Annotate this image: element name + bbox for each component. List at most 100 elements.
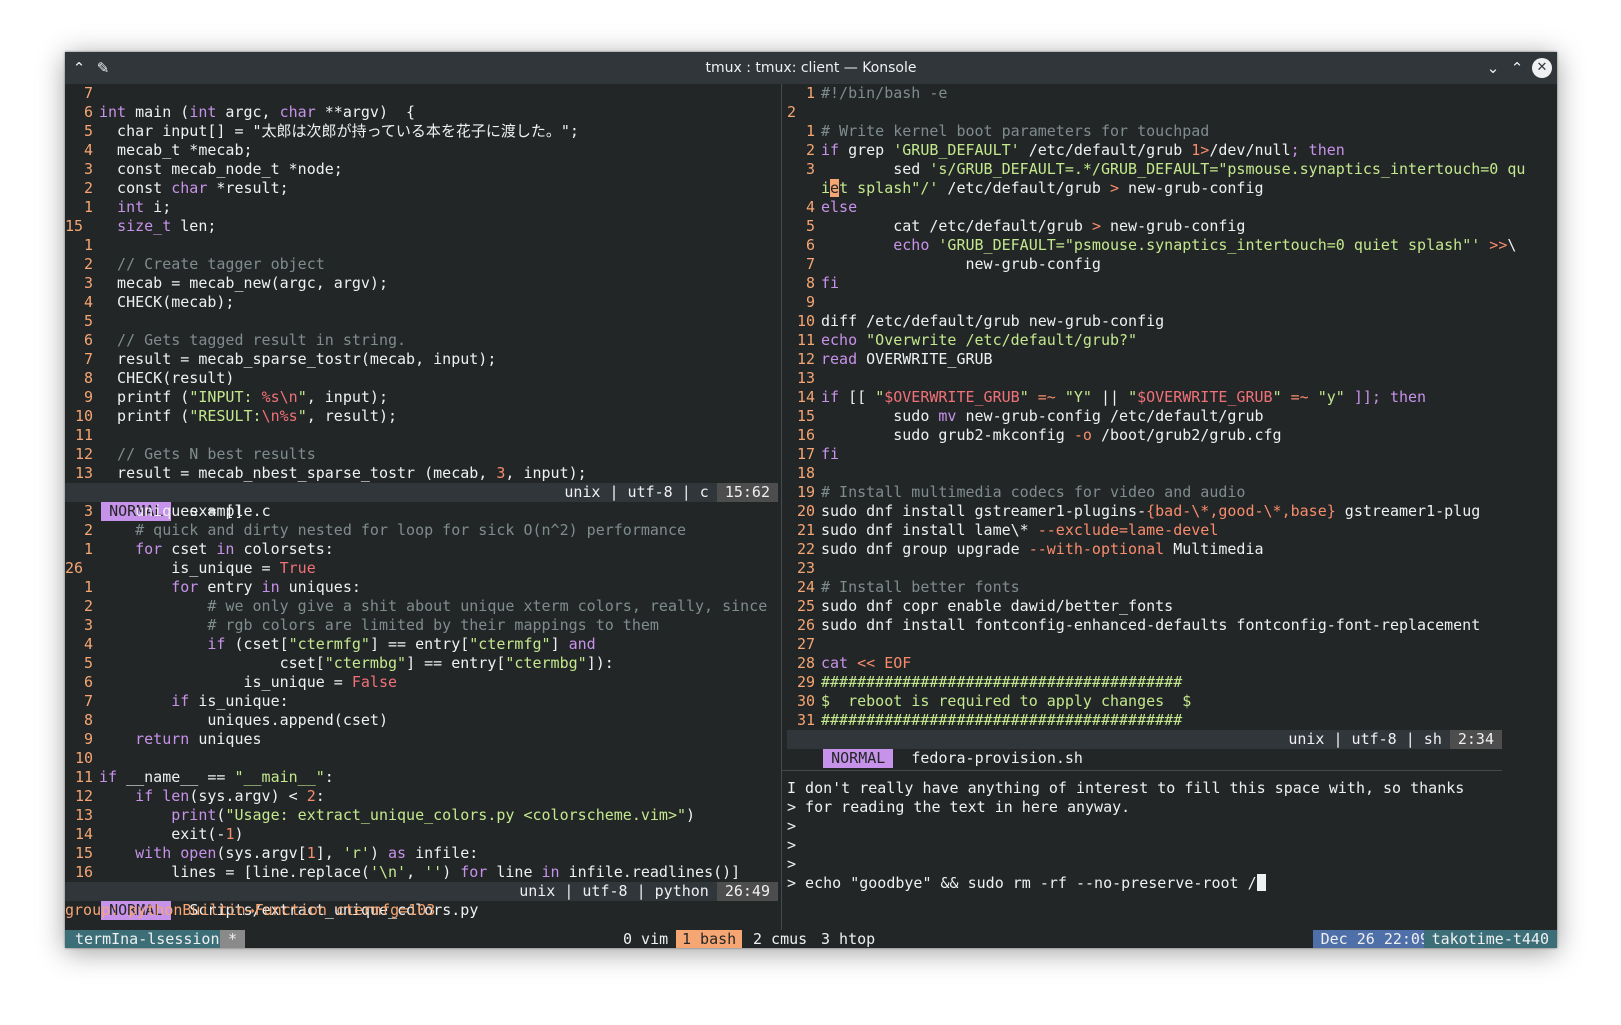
code-line[interactable]: 12 // Gets N best results [65,445,783,464]
code-line[interactable]: 6 echo 'GRUB_DEFAULT="psmouse.synaptics_… [787,236,1557,255]
code-line[interactable]: 3 # rgb colors are limited by their mapp… [65,616,783,635]
code-line[interactable]: 14 if [[ "$OVERWRITE_GRUB" =~ "Y" || "$OV… [787,388,1557,407]
code-line[interactable]: 18 [787,464,1557,483]
code-line[interactable]: 19 # Install multimedia codecs for video … [787,483,1557,502]
code-line[interactable]: 6 int main (int argc, char **argv) { [65,103,783,122]
code-line[interactable]: 16 sudo grub2-mkconfig -o /boot/grub2/gr… [787,426,1557,445]
close-icon[interactable]: ✕ [1532,58,1552,78]
code-line[interactable]: 7 new-grub-config [787,255,1557,274]
code-line[interactable]: 15 with open(sys.argv[1], 'r') as infile… [65,844,783,863]
code-line[interactable]: 11 echo "Overwrite /etc/default/grub?" [787,331,1557,350]
terminal-prompt-line[interactable]: > echo "goodbye" && sudo rm -rf --no-pre… [787,874,1547,893]
code-line[interactable]: 6 is_unique = False [65,673,783,692]
code-line[interactable]: 7 [65,84,783,103]
code-line[interactable]: 26 sudo dnf install fontconfig-enhanced-d… [787,616,1557,635]
pane-divider-vertical[interactable] [781,84,782,930]
code-line[interactable]: 17 fi [787,445,1557,464]
code-line[interactable]: 31 ######################################… [787,711,1557,730]
code-line[interactable]: 4 else [787,198,1557,217]
code-line[interactable]: 16 lines = [line.replace('\n', '') for l… [65,863,783,882]
code-line[interactable]: 8 uniques.append(cset) [65,711,783,730]
code-line[interactable]: 3 mecab = mecab_new(argc, argv); [65,274,783,293]
code-line[interactable]: 4 if (cset["ctermfg"] == entry["ctermfg"… [65,635,783,654]
maximize-icon[interactable]: ⌃ [1507,52,1527,84]
code-line[interactable]: 29 ######################################… [787,673,1557,692]
line-number: 1 [805,122,815,140]
terminal-cursor [1256,874,1266,891]
code-line[interactable]: 9 return uniques [65,730,783,749]
code-line[interactable]: 1 int i; [65,198,783,217]
code-line[interactable]: 10 [65,749,783,768]
code-line[interactable]: 9 [787,293,1557,312]
code-line[interactable]: 11 [65,426,783,445]
code-line[interactable]: 4 CHECK(mecab); [65,293,783,312]
code-token: ; then [1290,141,1345,159]
code-line[interactable]: 26 is_unique = True [65,559,783,578]
code-line[interactable]: 25 sudo dnf copr enable dawid/better_font… [787,597,1557,616]
pane-divider-horizontal[interactable] [782,770,1502,771]
code-line[interactable]: 2 [787,103,1557,122]
code-line[interactable]: 2 # quick and dirty nested for loop for … [65,521,783,540]
tmux-window-1[interactable]: 1 bash [676,930,743,948]
code-token: \ [1507,236,1517,254]
code-line[interactable]: 15 sudo mv new-grub-config /etc/default/… [787,407,1557,426]
code-line[interactable]: 5 char input[] = "太郎は次郎が持っている本を花子に渡した。"; [65,122,783,141]
code-line[interactable]: 23 [787,559,1557,578]
code-line[interactable]: 20 sudo dnf install gstreamer1-plugins-{b… [787,502,1557,521]
code-line[interactable]: 30 $ reboot is required to apply changes … [787,692,1557,711]
code-line[interactable]: 3 sed 's/GRUB_DEFAULT=.*/GRUB_DEFAULT="p… [787,160,1557,179]
code-line[interactable]: 2 // Create tagger object [65,255,783,274]
code-line[interactable]: iet splash"/' /etc/default/grub > new-gr… [787,179,1557,198]
code-line[interactable]: 15 size_t len; [65,217,783,236]
code-line[interactable]: 2 if grep 'GRUB_DEFAULT' /etc/default/gru… [787,141,1557,160]
code-line[interactable]: 11 if __name__ == "__main__": [65,768,783,787]
vim-pane-example-c[interactable]: 7 6 int main (int argc, char **argv) {5 ch… [65,84,783,483]
code-line[interactable]: 13 [787,369,1557,388]
code-line[interactable]: 8 CHECK(result) [65,369,783,388]
tmux-window-2[interactable]: 2 cmus [747,930,813,948]
code-line[interactable]: 5 cat /etc/default/grub > new-grub-confi… [787,217,1557,236]
code-line[interactable]: 8 fi [787,274,1557,293]
code-line[interactable]: 27 [787,635,1557,654]
code-line[interactable]: 3 uniques = [] [65,502,783,521]
code-line[interactable]: 24 # Install better fonts [787,578,1557,597]
code-line[interactable]: 2 const char *result; [65,179,783,198]
vim-pane-extract-colors-py[interactable]: 3 uniques = [] 2 # quick and dirty nested… [65,502,783,882]
code-line[interactable]: 4 mecab_t *mecab; [65,141,783,160]
code-line[interactable]: 1 [65,236,783,255]
code-line[interactable]: 1 for cset in colorsets: [65,540,783,559]
code-line[interactable]: 10 printf ("RESULT:\n%s", result); [65,407,783,426]
code-line[interactable]: 9 printf ("INPUT: %s\n", input); [65,388,783,407]
tmux-date: Dec 26 22:09 [1312,930,1437,948]
code-line[interactable]: 13 print("Usage: extract_unique_colors.p… [65,806,783,825]
code-line[interactable]: 14 exit(-1) [65,825,783,844]
tmux-window-3[interactable]: 3 htop [815,930,881,948]
code-line[interactable]: 10 diff /etc/default/grub new-grub-config [787,312,1557,331]
bash-pane[interactable]: I don't really have anything of interest… [787,779,1547,919]
minimize-icon[interactable]: ⌄ [1483,52,1503,84]
code-line[interactable]: 6 // Gets tagged result in string. [65,331,783,350]
tmux-window-0[interactable]: 0 vim [617,930,674,948]
code-line[interactable]: 7 if is_unique: [65,692,783,711]
terminal-command[interactable]: > echo "goodbye" && sudo rm -rf --no-pre… [787,874,1257,892]
code-line[interactable]: 2 # we only give a shit about unique xte… [65,597,783,616]
line-number: 2 [805,141,815,159]
code-line[interactable]: 12 if len(sys.argv) < 2: [65,787,783,806]
tmux-session-name[interactable]: termIna-lsession [65,930,230,948]
code-token: sudo [821,407,939,425]
vim-pane-fedora-provision[interactable]: 1 #!/bin/bash -e 2 1 # Write kernel boot par… [787,84,1557,730]
code-line[interactable]: 28 cat << EOF [787,654,1557,673]
code-line[interactable]: 1 for entry in uniques: [65,578,783,597]
code-line[interactable]: 5 cset["ctermbg"] == entry["ctermbg"]): [65,654,783,673]
code-line[interactable]: 22 sudo dnf group upgrade --with-optional… [787,540,1557,559]
code-line[interactable]: 7 result = mecab_sparse_tostr(mecab, inp… [65,350,783,369]
code-line[interactable]: 1 # Write kernel boot parameters for touc… [787,122,1557,141]
code-line[interactable]: 12 read OVERWRITE_GRUB [787,350,1557,369]
code-line[interactable]: 3 const mecab_node_t *node; [65,160,783,179]
code-line[interactable]: 21 sudo dnf install lame\* --exclude=lame… [787,521,1557,540]
code-token: > [1091,217,1101,235]
code-line[interactable]: 13 result = mecab_nbest_sparse_tostr (me… [65,464,783,483]
code-token: {bad-\*,good-\*,base} [1146,502,1336,520]
code-line[interactable]: 5 [65,312,783,331]
code-line[interactable]: 1 #!/bin/bash -e [787,84,1557,103]
